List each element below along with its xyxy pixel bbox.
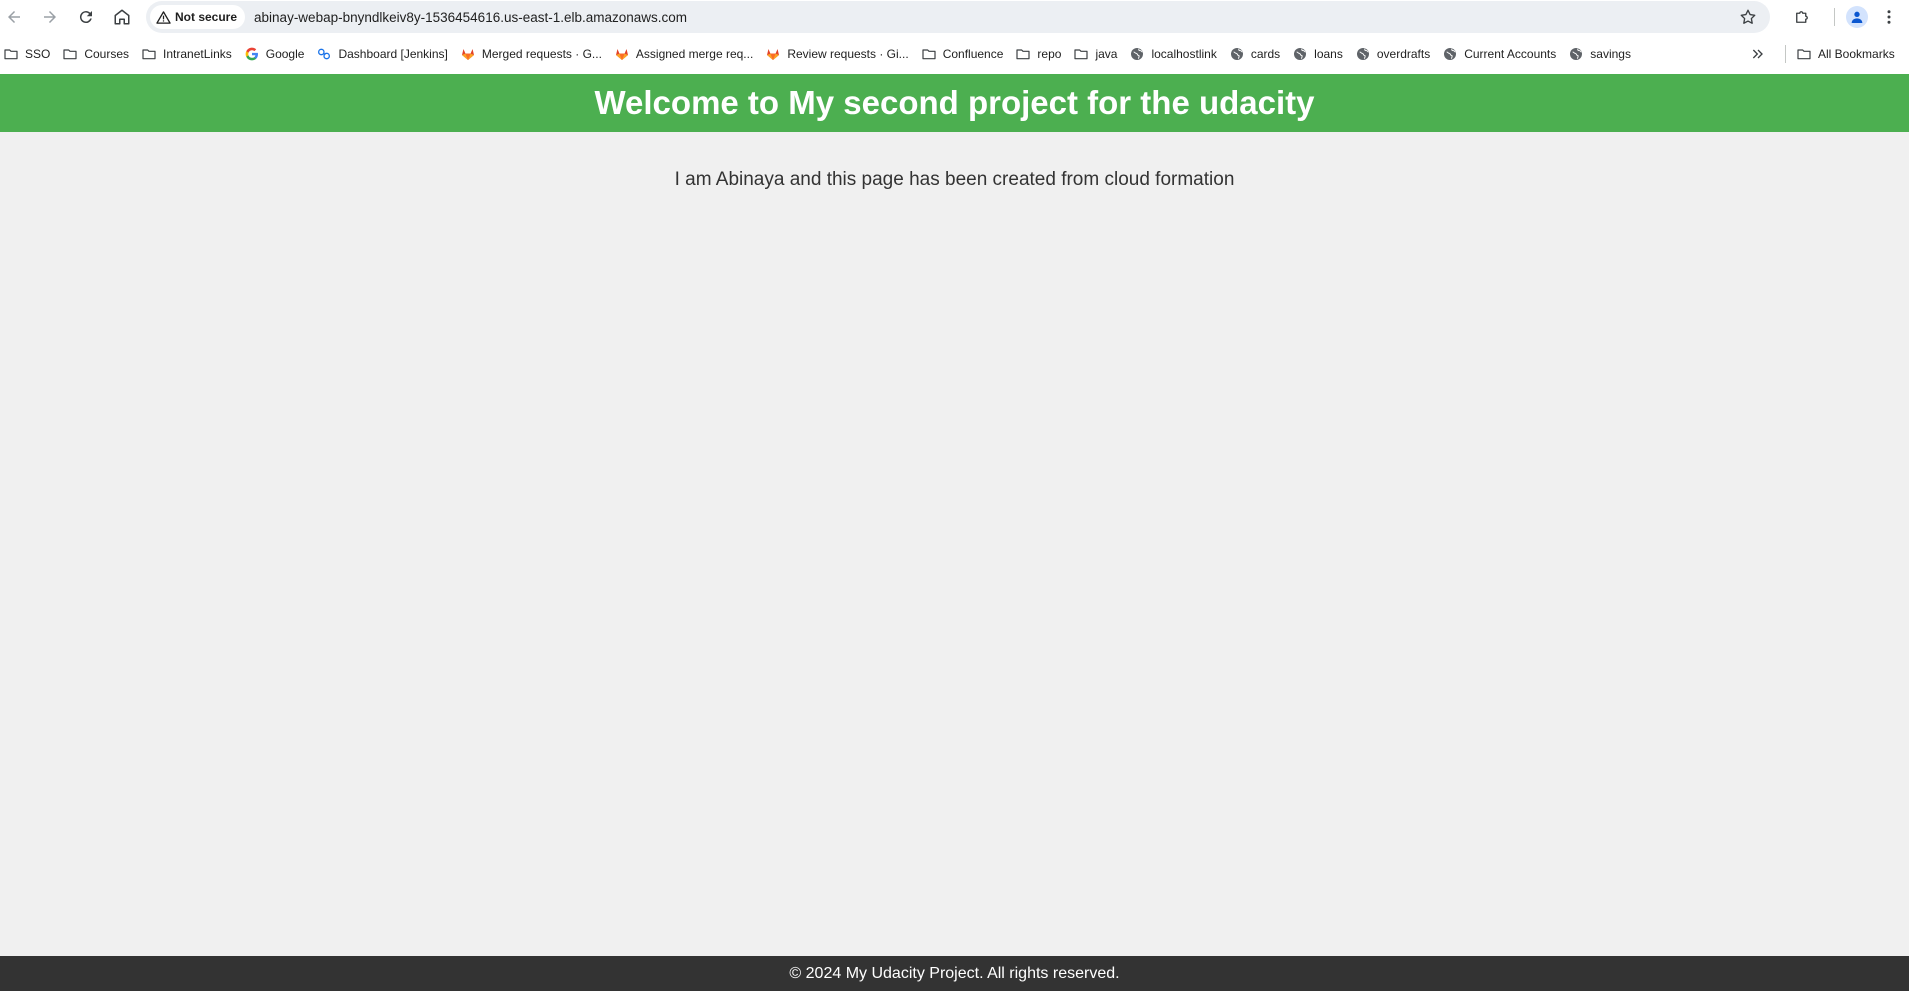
jenkins-icon (316, 46, 332, 62)
google-icon (244, 46, 260, 62)
avatar (1846, 6, 1868, 28)
warning-icon (156, 10, 171, 24)
bookmark-item[interactable]: localhostlink (1123, 40, 1222, 68)
folder-icon (3, 46, 19, 62)
bookmark-item[interactable]: cards (1223, 40, 1286, 68)
back-button[interactable] (0, 3, 28, 31)
security-label: Not secure (175, 10, 238, 24)
bookmark-label: SSO (25, 47, 51, 61)
home-button[interactable] (108, 3, 136, 31)
bookmark-label: Confluence (942, 47, 1004, 61)
arrow-right-icon (44, 11, 56, 23)
bookmark-label: overdrafts (1376, 47, 1431, 61)
bookmark-label: Review requests · Gi... (787, 47, 909, 61)
bookmark-label: Dashboard [Jenkins] (338, 47, 448, 61)
globe-icon (1129, 46, 1145, 62)
toolbar-divider (1834, 8, 1835, 26)
folder-icon (141, 46, 157, 62)
bookmark-label: Google (265, 47, 305, 61)
page-header: Welcome to My second project for the uda… (0, 74, 1909, 132)
bookmark-label: Merged requests · G... (481, 47, 602, 61)
folder-icon (1796, 46, 1812, 62)
toolbar-right (1788, 0, 1909, 34)
folder-icon (921, 46, 937, 62)
bookmark-label: java (1095, 47, 1118, 61)
arrow-left-icon (8, 11, 20, 23)
bookmark-label: Current Accounts (1464, 47, 1557, 61)
bookmark-item[interactable]: Review requests · Gi... (759, 40, 914, 68)
globe-icon (1292, 46, 1308, 62)
extensions-button[interactable] (1788, 3, 1816, 31)
more-vertical-icon (1887, 10, 1891, 24)
bookmark-item[interactable]: IntranetLinks (135, 40, 238, 68)
url-text[interactable]: abinay-webap-bnyndlkeiv8y-1536454616.us-… (254, 10, 687, 25)
bookmark-item[interactable]: savings (1562, 40, 1637, 68)
bookmark-item[interactable]: Google (238, 40, 311, 68)
bookmark-item[interactable]: Merged requests · G... (454, 40, 608, 68)
bookmark-item[interactable]: Dashboard [Jenkins] (310, 40, 453, 68)
all-bookmarks-label: All Bookmarks (1818, 47, 1895, 61)
bookmark-label: localhostlink (1151, 47, 1217, 61)
bookmark-label: IntranetLinks (163, 47, 232, 61)
person-icon (1851, 11, 1863, 23)
page-title: Welcome to My second project for the uda… (594, 84, 1315, 121)
reload-icon (79, 11, 92, 24)
bookmark-label: Assigned merge req... (635, 47, 754, 61)
folder-icon (1073, 46, 1089, 62)
bookmarks-overflow-button[interactable] (1744, 40, 1772, 68)
bookmark-star-button[interactable] (1738, 7, 1758, 27)
puzzle-icon (1796, 11, 1808, 23)
home-icon (114, 9, 130, 25)
globe-icon (1568, 46, 1584, 62)
folder-icon (1015, 46, 1031, 62)
profile-button[interactable] (1843, 3, 1871, 31)
bookmark-item[interactable]: Current Accounts (1436, 40, 1562, 68)
all-bookmarks-button[interactable]: All Bookmarks (1790, 40, 1901, 68)
gitlab-icon (765, 46, 781, 62)
bookmark-item[interactable]: Confluence (915, 40, 1010, 68)
bookmarks-divider (1785, 45, 1786, 63)
bookmark-item[interactable]: SSO (0, 40, 56, 68)
folder-icon (62, 46, 78, 62)
bookmark-item[interactable]: Assigned merge req... (608, 40, 759, 68)
bookmarks-bar: SSO Courses IntranetLinks Google Dashboard [… (0, 34, 1909, 74)
bookmarks-list: SSO Courses IntranetLinks Google Dashboard [… (0, 40, 1637, 68)
forward-button[interactable] (36, 3, 64, 31)
bookmark-label: repo (1037, 47, 1062, 61)
gitlab-icon (460, 46, 476, 62)
bookmark-item[interactable]: loans (1286, 40, 1349, 68)
browser-toolbar: Not secure abinay-webap-bnyndlkeiv8y-153… (0, 0, 1909, 34)
globe-icon (1442, 46, 1458, 62)
gitlab-icon (614, 46, 630, 62)
bookmark-item[interactable]: Courses (56, 40, 135, 68)
star-icon (1740, 9, 1756, 24)
bookmark-item[interactable]: overdrafts (1349, 40, 1436, 68)
chevron-double-right-icon (1752, 49, 1763, 59)
address-bar[interactable]: Not secure abinay-webap-bnyndlkeiv8y-153… (146, 1, 1770, 33)
reload-button[interactable] (72, 3, 100, 31)
bookmark-item[interactable]: java (1067, 40, 1123, 68)
globe-icon (1229, 46, 1245, 62)
globe-icon (1355, 46, 1371, 62)
bookmark-label: cards (1250, 47, 1281, 61)
bookmark-label: savings (1590, 47, 1631, 61)
intro-text: I am Abinaya and this page has been crea… (674, 169, 1235, 190)
bookmark-item[interactable]: repo (1009, 40, 1067, 68)
menu-button[interactable] (1875, 3, 1903, 31)
page-footer: © 2024 My Udacity Project. All rights re… (0, 956, 1909, 991)
bookmark-label: loans (1314, 47, 1343, 61)
bookmark-label: Courses (84, 47, 130, 61)
security-indicator[interactable]: Not secure (150, 5, 246, 29)
copyright-text: © 2024 My Udacity Project. All rights re… (789, 964, 1120, 982)
